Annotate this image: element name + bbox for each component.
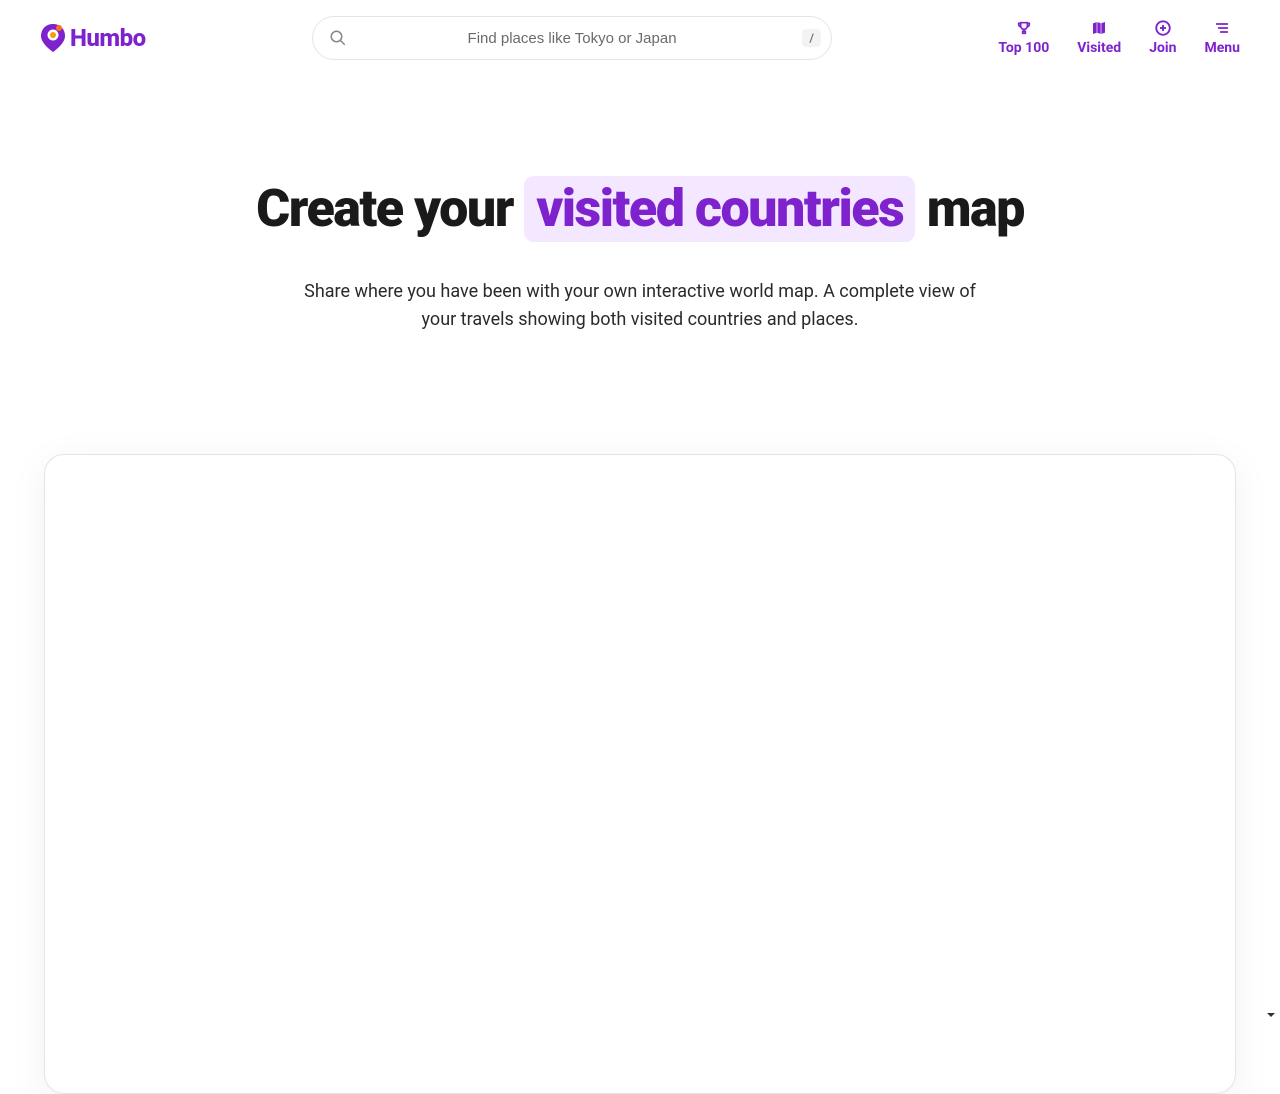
trophy-icon — [1014, 20, 1034, 36]
map-icon — [1089, 20, 1109, 36]
title-highlight: visited countries — [524, 176, 915, 242]
scroll-down-icon[interactable] — [1262, 1006, 1280, 1024]
logo-pin-icon — [40, 24, 66, 52]
plus-circle-icon — [1153, 20, 1173, 36]
logo-link[interactable]: Humbo — [40, 24, 146, 52]
search-box[interactable]: / — [312, 16, 832, 60]
page-title: Create your visited countries map — [40, 176, 1240, 242]
nav-join[interactable]: Join — [1149, 20, 1176, 56]
nav-label: Visited — [1077, 40, 1121, 56]
nav-label: Menu — [1204, 40, 1240, 56]
nav-menu[interactable]: Menu — [1204, 20, 1240, 56]
search-container: / — [170, 16, 975, 60]
page-subtitle: Share where you have been with your own … — [290, 278, 990, 334]
menu-icon — [1212, 20, 1232, 36]
nav-visited[interactable]: Visited — [1077, 20, 1121, 56]
hero-section: Create your visited countries map Share … — [0, 76, 1280, 394]
title-suffix: map — [915, 178, 1024, 239]
nav-label: Join — [1149, 40, 1176, 56]
site-header: Humbo / Top 100 — [0, 0, 1280, 76]
primary-nav: Top 100 Visited Join — [998, 20, 1240, 56]
search-shortcut-badge: / — [802, 29, 821, 47]
logo-text: Humbo — [70, 24, 146, 52]
nav-top100[interactable]: Top 100 — [998, 20, 1049, 56]
nav-label: Top 100 — [998, 40, 1049, 56]
search-icon — [329, 29, 347, 47]
map-preview-card[interactable] — [44, 454, 1236, 1094]
title-prefix: Create your — [256, 178, 524, 239]
search-input[interactable] — [329, 30, 815, 47]
